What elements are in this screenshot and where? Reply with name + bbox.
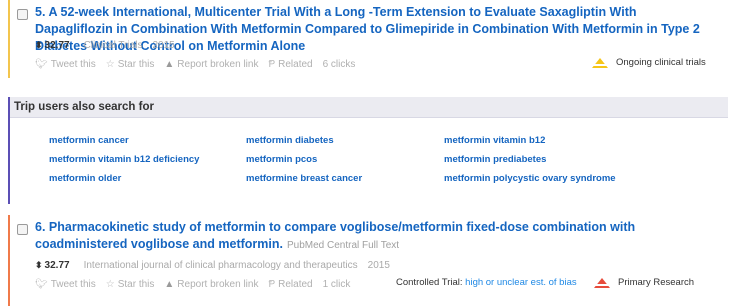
result-meta: ⬍ 32.77 International journal of clinical… (35, 260, 390, 271)
result-year: 2015 (367, 260, 390, 271)
result-actions: 🐦︎ Tweet this ☆ Star this ▲ Report broken l… (35, 59, 365, 70)
score: ⬍ 32.77 (35, 260, 70, 271)
related-icon: Ᵽ (268, 59, 276, 70)
also-search-link[interactable]: metformin prediabetes (444, 154, 546, 165)
related-button[interactable]: Ᵽ Related (268, 279, 312, 290)
result-source: Clinical Trials (83, 40, 143, 51)
star-icon: ☆ (105, 279, 115, 290)
evidence-pyramid-icon (594, 277, 610, 288)
warning-icon: ▲ (164, 279, 175, 290)
also-search-link[interactable]: metformin polycystic ovary syndrome (444, 173, 616, 184)
score: ⬍ 32.77 (35, 40, 70, 51)
also-search-link[interactable]: metformin pcos (246, 154, 317, 165)
twitter-icon: 🐦︎ (35, 279, 48, 290)
also-search-panel: Trip users also search for metformin can… (8, 97, 728, 204)
report-link-button[interactable]: ▲ Report broken link (164, 279, 258, 290)
controlled-trial-label: Controlled Trial: (396, 277, 463, 288)
click-count: 6 clicks (322, 59, 356, 70)
star-button[interactable]: ☆ Star this (106, 59, 155, 70)
controlled-trial-info: Controlled Trial: high or unclear est. o… (396, 277, 577, 288)
result-actions: 🐦︎ Tweet this ☆ Star this ▲ Report broken l… (35, 279, 360, 290)
evidence-badge: Ongoing clinical trials (592, 57, 706, 68)
sort-arrows-icon: ⬍ (35, 260, 43, 270)
also-search-link[interactable]: metformin cancer (49, 135, 129, 146)
warning-icon: ▲ (164, 59, 175, 70)
click-count: 1 click (322, 279, 351, 290)
related-button[interactable]: Ᵽ Related (268, 59, 312, 70)
report-link-button[interactable]: ▲ Report broken link (164, 59, 258, 70)
bias-rating-link[interactable]: high or unclear est. of bias (465, 277, 576, 288)
also-search-link[interactable]: metformin diabetes (246, 135, 334, 146)
search-result-5: 5. A 52-week International, Multicenter … (8, 0, 728, 78)
evidence-badge: Primary Research (594, 277, 694, 288)
star-button[interactable]: ☆ Star this (106, 279, 155, 290)
full-text-source[interactable]: PubMed Central Full Text (287, 240, 399, 251)
select-checkbox[interactable] (17, 224, 28, 235)
related-icon: Ᵽ (268, 279, 276, 290)
twitter-icon: 🐦︎ (35, 59, 48, 70)
result-meta: ⬍ 32.77 Clinical Trials 2015 (35, 40, 175, 51)
tweet-button[interactable]: 🐦︎ Tweet this (35, 59, 96, 70)
also-search-link[interactable]: metformin vitamin b12 deficiency (49, 154, 199, 165)
also-search-header: Trip users also search for (10, 97, 728, 118)
also-search-links: metformin cancer metformin diabetes metf… (49, 135, 719, 195)
result-source: International journal of clinical pharma… (83, 260, 358, 271)
also-search-link[interactable]: metformin older (49, 173, 121, 184)
sort-arrows-icon: ⬍ (35, 40, 43, 50)
also-search-link[interactable]: metformin vitamin b12 (444, 135, 545, 146)
select-checkbox[interactable] (17, 9, 28, 20)
also-search-link[interactable]: metformine breast cancer (246, 173, 362, 184)
result-title[interactable]: 6. Pharmacokinetic study of metformin to… (35, 219, 715, 254)
evidence-pyramid-icon (592, 57, 608, 68)
star-icon: ☆ (105, 59, 115, 70)
search-result-6: 6. Pharmacokinetic study of metformin to… (8, 215, 728, 306)
result-year: 2015 (152, 40, 175, 51)
tweet-button[interactable]: 🐦︎ Tweet this (35, 279, 96, 290)
